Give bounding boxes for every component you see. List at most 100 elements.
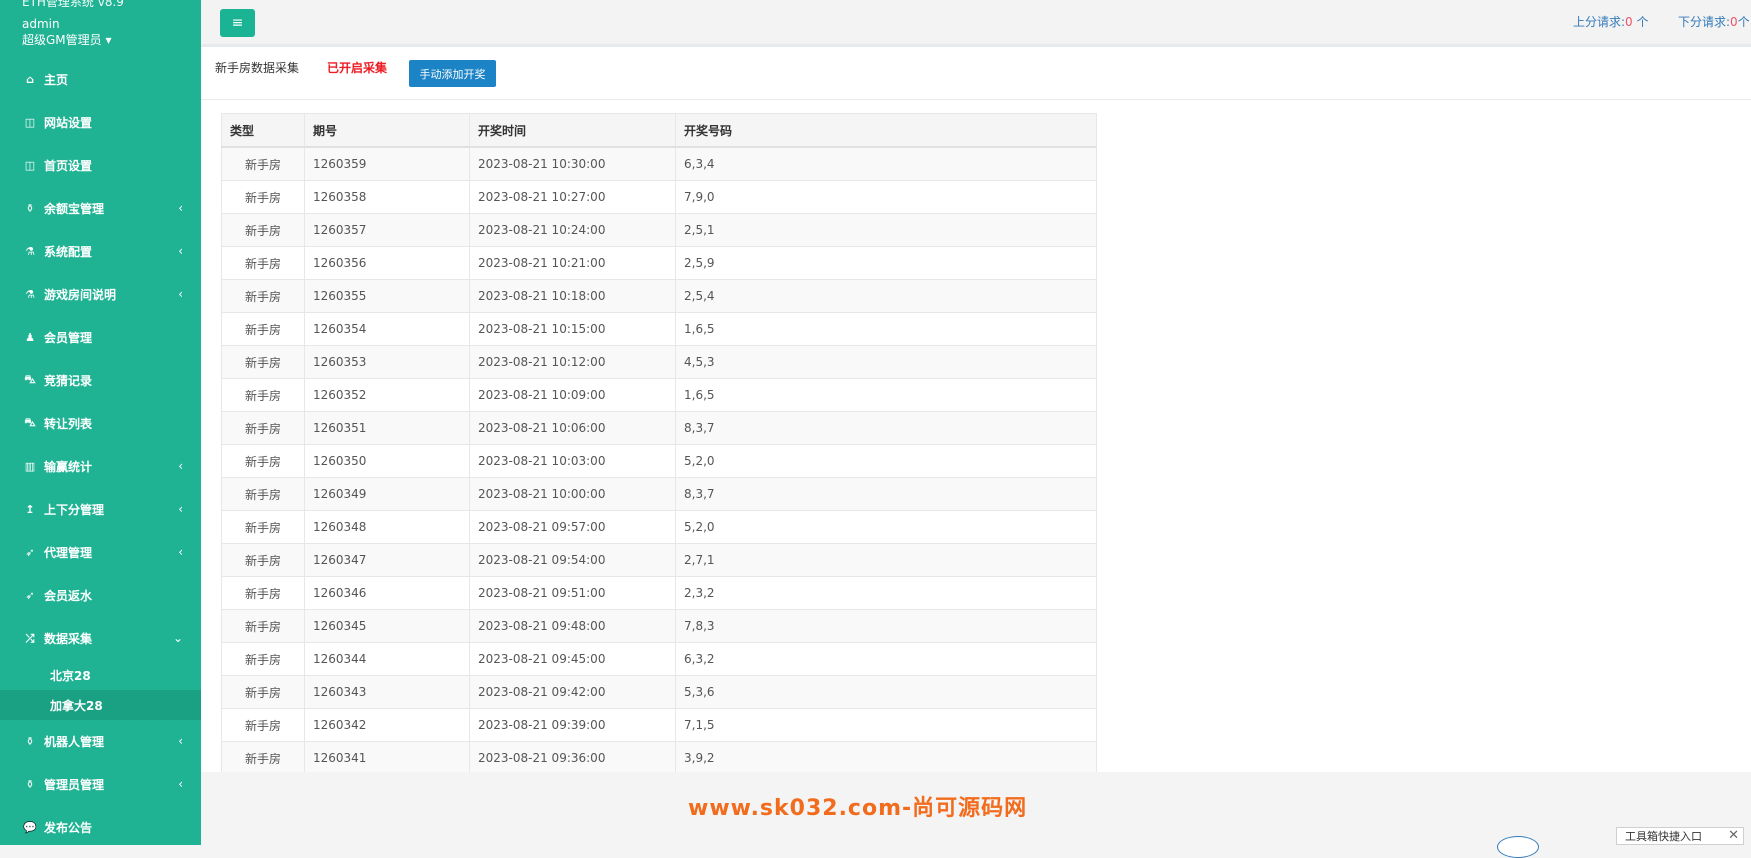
sidebar-item[interactable]: ⌂ 主页: [0, 58, 201, 101]
table-row: 新手房 1260347 2023-08-21 09:54:00 2,7,1: [221, 543, 1097, 577]
sidebar-item[interactable]: ◫ 网站设置: [0, 101, 201, 144]
page-title: 新手房数据采集: [215, 61, 300, 75]
table-row: 新手房 1260350 2023-08-21 10:03:00 5,2,0: [221, 444, 1097, 478]
floating-chat-icon[interactable]: [1497, 836, 1539, 858]
cell-draw-numbers: 1,6,5: [675, 378, 1097, 412]
cell-issue: 1260342: [304, 708, 470, 742]
chevron-left-icon: ‹: [178, 287, 183, 301]
cell-draw-numbers: 7,1,5: [675, 708, 1097, 742]
cell-issue: 1260343: [304, 675, 470, 709]
sidebar-item[interactable]: ◫ 首页设置: [0, 144, 201, 187]
cell-draw-time: 2023-08-21 09:54:00: [469, 543, 676, 577]
sidebar-item[interactable]: ⚱ 余额宝管理 ‹: [0, 187, 201, 230]
up-request-unit: 个: [1632, 15, 1649, 29]
toolbox-label: 工具箱快捷入口: [1625, 830, 1702, 843]
cell-draw-numbers: 2,5,1: [675, 213, 1097, 247]
role-dropdown[interactable]: 超级GM管理员 ▾: [22, 32, 201, 48]
username: admin: [22, 17, 60, 31]
table-row: 新手房 1260353 2023-08-21 10:12:00 4,5,3: [221, 345, 1097, 379]
cell-issue: 1260349: [304, 477, 470, 511]
sidebar-item-label: 主页: [44, 73, 69, 87]
sidebar-item-label: 机器人管理: [44, 735, 105, 749]
down-request-link[interactable]: 下分请求:0个: [1678, 13, 1750, 30]
cell-draw-time: 2023-08-21 09:45:00: [469, 642, 676, 676]
up-request-count: 0: [1625, 15, 1633, 29]
sidebar-item[interactable]: 💬 发布公告: [0, 806, 201, 845]
toolbox-shortcut[interactable]: 工具箱快捷入口 ✕: [1616, 827, 1744, 845]
cell-draw-time: 2023-08-21 10:00:00: [469, 477, 676, 511]
cell-type: 新手房: [221, 609, 305, 643]
cell-draw-numbers: 4,5,3: [675, 345, 1097, 379]
sidebar-item[interactable]: ⛍ 竞猜记录: [0, 359, 201, 402]
table-row: 新手房 1260351 2023-08-21 10:06:00 8,3,7: [221, 411, 1097, 445]
add-draw-button[interactable]: 手动添加开奖: [409, 60, 496, 87]
cell-draw-numbers: 2,5,4: [675, 279, 1097, 313]
chevron-down-icon: ⌄: [172, 631, 183, 645]
sidebar-item[interactable]: ⤮ 数据采集 ⌄: [0, 617, 201, 660]
sidebar-item-label: 数据采集: [44, 632, 93, 646]
cell-type: 新手房: [221, 675, 305, 709]
sidebar-item-label: 系统配置: [44, 245, 93, 259]
cell-type: 新手房: [221, 246, 305, 280]
bar-chart-icon: ▥: [24, 460, 36, 473]
collect-status[interactable]: 已开启采集: [327, 59, 387, 76]
cell-type: 新手房: [221, 213, 305, 247]
col-header-numbers[interactable]: 开奖号码: [675, 113, 1097, 148]
down-request-unit: 个: [1737, 15, 1750, 29]
sidebar-item-label: 游戏房间说明: [44, 288, 117, 302]
cell-type: 新手房: [221, 576, 305, 610]
columns-icon: ◫: [24, 159, 36, 172]
sidebar-item[interactable]: ⚗ 系统配置 ‹: [0, 230, 201, 273]
cell-draw-numbers: 5,2,0: [675, 444, 1097, 478]
cell-type: 新手房: [221, 444, 305, 478]
sidebar-item[interactable]: ⚱ 管理员管理 ‹: [0, 763, 201, 806]
cell-draw-numbers: 5,3,6: [675, 675, 1097, 709]
cell-type: 新手房: [221, 411, 305, 445]
cell-draw-time: 2023-08-21 10:15:00: [469, 312, 676, 346]
cell-issue: 1260345: [304, 609, 470, 643]
cell-draw-time: 2023-08-21 10:21:00: [469, 246, 676, 280]
col-header-issue[interactable]: 期号: [304, 113, 470, 148]
cell-type: 新手房: [221, 312, 305, 346]
user-icon: ♟: [25, 331, 35, 344]
divider: [201, 99, 1751, 100]
sidebar-item[interactable]: ⛍ 转让列表: [0, 402, 201, 445]
sidebar-item[interactable]: ⚗ 游戏房间说明 ‹: [0, 273, 201, 316]
close-icon[interactable]: ✕: [1728, 828, 1739, 843]
sidebar-item[interactable]: ➶ 代理管理 ‹: [0, 531, 201, 574]
menu-toggle-button[interactable]: ≡: [220, 9, 255, 37]
cell-draw-numbers: 1,6,5: [675, 312, 1097, 346]
sidebar-item[interactable]: ⚱ 机器人管理 ‹: [0, 720, 201, 763]
main-content: 新手房数据采集 已开启采集 手动添加开奖 类型 期号 开奖时间 开奖号码 新手房…: [201, 47, 1751, 775]
sidebar-item-label: 上下分管理: [44, 503, 105, 517]
sidebar-item[interactable]: ♟ 会员管理: [0, 316, 201, 359]
cell-issue: 1260356: [304, 246, 470, 280]
sidebar-item-label: 代理管理: [44, 546, 93, 560]
sidebar-item[interactable]: ➶ 会员返水: [0, 574, 201, 617]
cell-draw-numbers: 2,5,9: [675, 246, 1097, 280]
col-header-time[interactable]: 开奖时间: [469, 113, 676, 148]
cell-type: 新手房: [221, 642, 305, 676]
cell-issue: 1260344: [304, 642, 470, 676]
cell-draw-time: 2023-08-21 10:27:00: [469, 180, 676, 214]
sidebar-subitem[interactable]: 北京28: [0, 660, 201, 690]
cell-issue: 1260341: [304, 741, 470, 775]
cell-issue: 1260346: [304, 576, 470, 610]
up-request-link[interactable]: 上分请求:0 个: [1573, 13, 1649, 30]
cell-draw-time: 2023-08-21 10:30:00: [469, 146, 676, 181]
sidebar-item-label: 发布公告: [44, 821, 93, 835]
sidebar-item[interactable]: ▥ 输赢统计 ‹: [0, 445, 201, 488]
sidebar-item[interactable]: ↥ 上下分管理 ‹: [0, 488, 201, 531]
level-up-icon: ↥: [25, 503, 35, 516]
cell-type: 新手房: [221, 378, 305, 412]
sidebar-item-label: 输赢统计: [44, 460, 93, 474]
sidebar-subitem[interactable]: 加拿大28: [0, 690, 201, 720]
cell-draw-numbers: 8,3,7: [675, 477, 1097, 511]
sidebar-item-label: 网站设置: [44, 116, 93, 130]
cell-draw-time: 2023-08-21 10:24:00: [469, 213, 676, 247]
flask-icon: ⚗: [25, 245, 35, 258]
col-header-type[interactable]: 类型: [221, 113, 305, 148]
cell-type: 新手房: [221, 510, 305, 544]
down-request-label: 下分请求:: [1678, 15, 1731, 29]
flask-icon: ⚱: [25, 778, 35, 791]
